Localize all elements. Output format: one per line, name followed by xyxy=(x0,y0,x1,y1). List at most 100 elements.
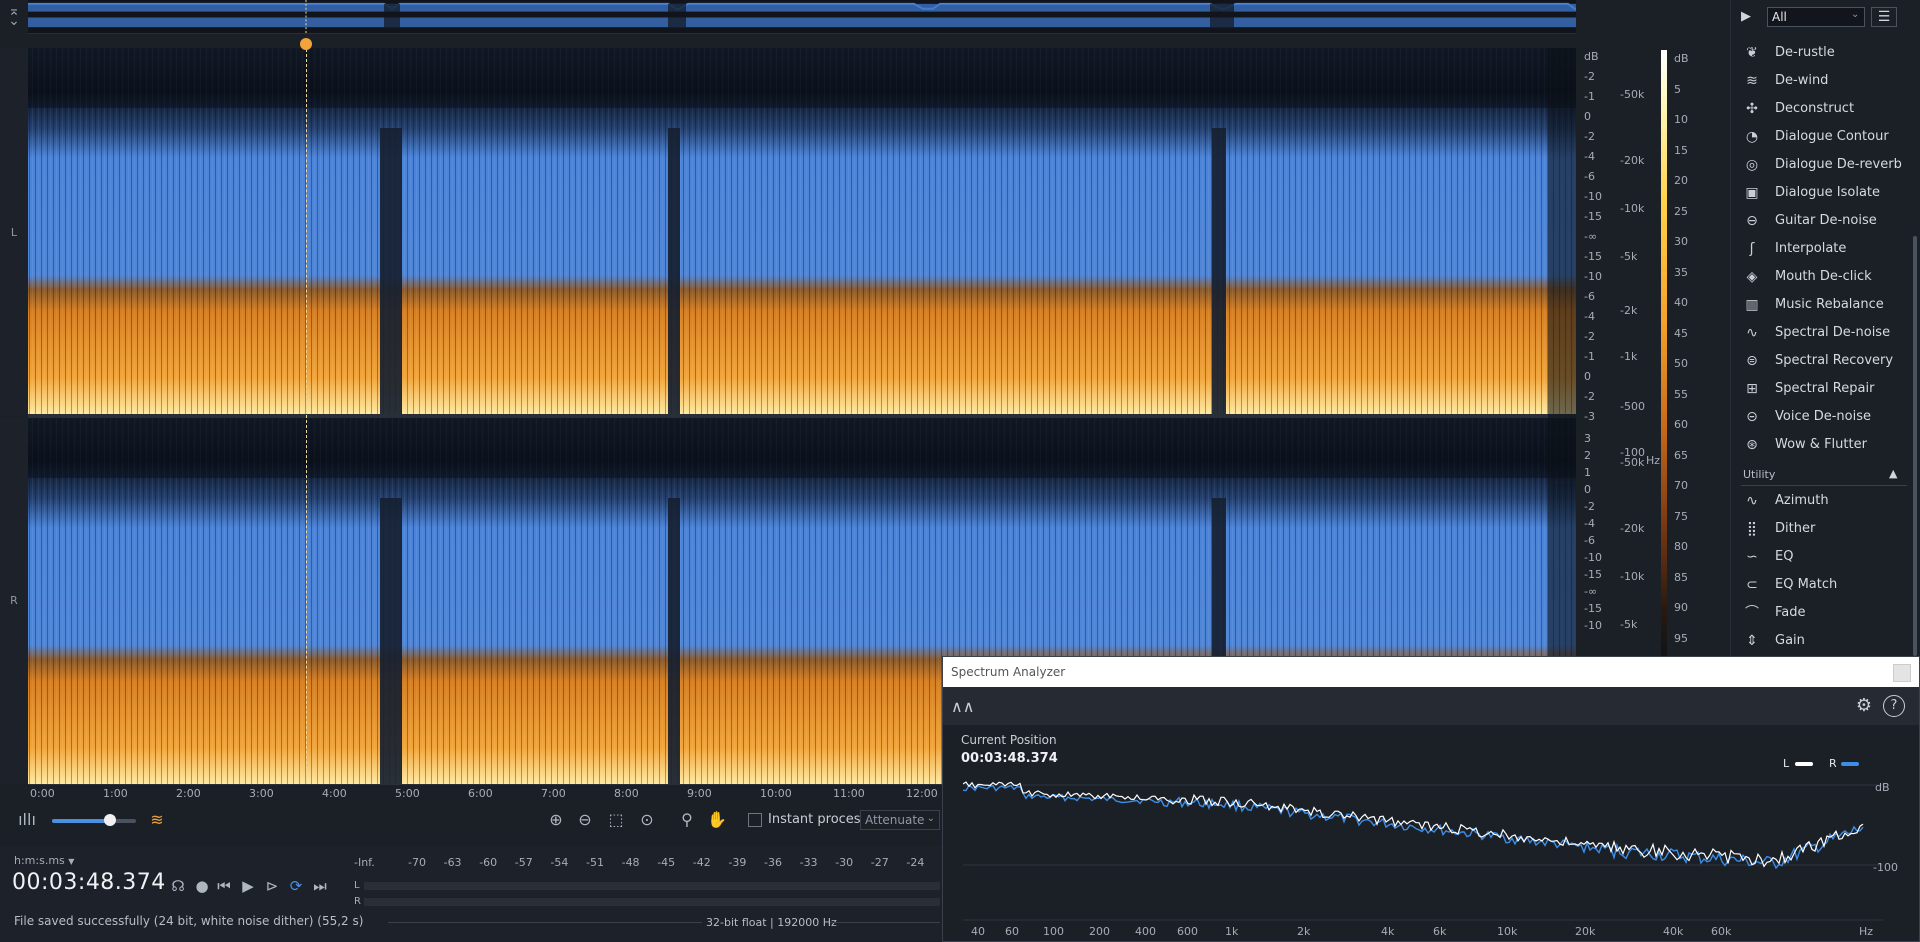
colorbar-tick: 95 xyxy=(1674,631,1688,645)
utility-item[interactable]: ⇕ Gain xyxy=(1731,628,1911,654)
time-format-select[interactable]: h:m:s.ms ▼ xyxy=(14,854,74,867)
module-item-label: Deconstruct xyxy=(1775,101,1855,116)
spectrogram-view-icon[interactable]: ≋ xyxy=(146,810,168,830)
gain-tick: -4 xyxy=(1584,310,1595,323)
legend-left-swatch xyxy=(1795,762,1813,766)
magnify-icon[interactable]: ⚲ xyxy=(676,810,698,830)
time-axis: 0:00 1:00 2:00 3:00 4:00 5:00 6:00 7:00 8:00 9:00… xyxy=(28,784,948,802)
utility-section-header[interactable]: Utility ▲ xyxy=(1741,466,1907,486)
module-item[interactable]: ◈ Mouth De-click xyxy=(1731,264,1911,290)
zoom-slider-handle[interactable] xyxy=(104,814,116,826)
zoom-in-icon[interactable]: ⊕ xyxy=(545,810,567,830)
frequency-tick: dB xyxy=(1584,50,1599,63)
play-icon[interactable]: ▶ xyxy=(238,876,258,896)
skip-forward-icon[interactable]: ⏭ xyxy=(310,876,330,896)
module-item-label: De-wind xyxy=(1775,73,1829,88)
zoom-fit-icon[interactable]: ⊙ xyxy=(636,810,658,830)
attenuate-select[interactable]: Attenuate ⌄ xyxy=(860,810,940,830)
module-item-label: Dialogue Contour xyxy=(1775,129,1889,144)
instant-process-checkbox[interactable] xyxy=(748,813,762,827)
module-item[interactable]: ◎ Dialogue De-reverb xyxy=(1731,152,1911,178)
utility-item[interactable]: ⣿ Dither xyxy=(1731,516,1911,542)
gain-tick: -2 xyxy=(1584,390,1595,403)
spectrum-plot[interactable] xyxy=(963,775,1883,925)
module-item-label: Spectral Recovery xyxy=(1775,353,1894,368)
waveform-view-icon[interactable]: ıllı xyxy=(16,810,38,830)
frequency-axis-label: 60k xyxy=(1711,925,1732,938)
module-item[interactable]: ❦ De-rustle xyxy=(1731,40,1911,66)
meter-tick: -33 xyxy=(799,856,818,869)
colorbar-tick: 45 xyxy=(1674,326,1688,340)
gain-tick: -1 xyxy=(1584,90,1595,103)
meter-tick: -27 xyxy=(870,856,889,869)
headphones-icon[interactable]: ☊ xyxy=(168,876,188,896)
utility-item[interactable]: ∿ Azimuth xyxy=(1731,488,1911,514)
module-item[interactable]: ⊛ Wow & Flutter xyxy=(1731,432,1911,458)
module-item[interactable]: ⊜ Spectral Recovery xyxy=(1731,348,1911,374)
gain-tick: -15 xyxy=(1584,602,1602,615)
play-selection-icon[interactable]: ⊳ xyxy=(262,876,282,896)
divider xyxy=(830,922,940,923)
db-axis-label: dB xyxy=(1875,781,1890,794)
module-list-scrollbar[interactable] xyxy=(1913,236,1917,656)
help-icon[interactable]: ? xyxy=(1883,695,1905,717)
frequency-tick: -5k xyxy=(1620,250,1638,263)
spectrum-icon: ∧∧ xyxy=(951,697,975,716)
utility-item[interactable]: ⊂ EQ Match xyxy=(1731,572,1911,598)
wind-icon: ≋ xyxy=(1746,73,1758,89)
module-item[interactable]: ∿ Spectral De-noise xyxy=(1731,320,1911,346)
gain-tick: -1 xyxy=(1584,350,1595,363)
module-item[interactable]: ✣ Deconstruct xyxy=(1731,96,1911,122)
colorbar-tick: 50 xyxy=(1674,357,1688,370)
spectrum-analyzer-title: Spectrum Analyzer xyxy=(951,665,1066,679)
frequency-tick: Hz xyxy=(1646,454,1661,467)
loop-icon[interactable]: ⟳ xyxy=(286,876,306,896)
module-item[interactable]: ⊞ Spectral Repair xyxy=(1731,376,1911,402)
zoom-selection-icon[interactable]: ⬚ xyxy=(605,810,627,830)
frequency-tick: -500 xyxy=(1620,400,1645,413)
contour-icon: ◔ xyxy=(1745,129,1759,145)
time-axis-label: 10:00 xyxy=(760,787,792,800)
meter-tick: -42 xyxy=(692,856,711,869)
time-format-value: h:m:s.ms xyxy=(14,854,65,867)
gain-tick: 0 xyxy=(1584,483,1591,496)
channel-left-strip: L xyxy=(0,48,28,416)
gain-tick: 3 xyxy=(1584,432,1591,445)
chevron-down-icon: ⌄ xyxy=(1851,9,1860,20)
dither-icon: ⣿ xyxy=(1746,521,1758,537)
playhead-marker[interactable] xyxy=(300,38,312,50)
gear-icon[interactable]: ⚙ xyxy=(1853,695,1875,717)
module-item[interactable]: ≋ De-wind xyxy=(1731,68,1911,94)
module-item[interactable]: ▣ Dialogue Isolate xyxy=(1731,180,1911,206)
collapse-overview-button[interactable]: ⌅ ⌄ xyxy=(4,4,24,28)
frequency-axis-label: 40 xyxy=(971,925,985,938)
frequency-tick: -20k xyxy=(1620,154,1645,167)
gain-tick: -∞ xyxy=(1584,230,1598,243)
play-icon[interactable]: ▶ xyxy=(1741,9,1757,25)
module-item[interactable]: ⊖ Guitar De-noise xyxy=(1731,208,1911,234)
zoom-out-icon[interactable]: ⊖ xyxy=(574,810,596,830)
spectrum-analyzer-titlebar[interactable]: Spectrum Analyzer xyxy=(943,657,1919,687)
hamburger-menu-icon[interactable]: ☰ xyxy=(1871,7,1897,27)
colorbar-tick: 85 xyxy=(1674,570,1688,584)
skip-back-icon[interactable]: ⏮ xyxy=(214,876,234,896)
module-item[interactable]: ʃ Interpolate xyxy=(1731,236,1911,262)
hand-icon[interactable]: ✋ xyxy=(706,810,728,830)
frequency-axis-label: 6k xyxy=(1433,925,1447,938)
frequency-axis-label: 2k xyxy=(1297,925,1311,938)
record-icon[interactable]: ● xyxy=(192,876,212,896)
gain-tick: 0 xyxy=(1584,110,1591,123)
time-axis-label: 6:00 xyxy=(468,787,493,800)
close-button[interactable] xyxy=(1893,664,1911,682)
spectrum-analyzer-toolbar: ∧∧ ⚙ ? xyxy=(943,687,1919,725)
frequency-axis-label: Hz xyxy=(1859,925,1874,938)
module-item[interactable]: ◔ Dialogue Contour xyxy=(1731,124,1911,150)
gain-tick: -4 xyxy=(1584,517,1595,530)
module-item[interactable]: ⊝ Voice De-noise xyxy=(1731,404,1911,430)
utility-item[interactable]: ∽ EQ xyxy=(1731,544,1911,570)
waveform-overview[interactable] xyxy=(28,0,1576,34)
module-item[interactable]: ▥ Music Rebalance xyxy=(1731,292,1911,318)
instant-process-label: Instant process xyxy=(768,812,868,827)
utility-item[interactable]: ⌒ Fade xyxy=(1731,600,1911,626)
colorbar-tick: 80 xyxy=(1674,540,1688,553)
